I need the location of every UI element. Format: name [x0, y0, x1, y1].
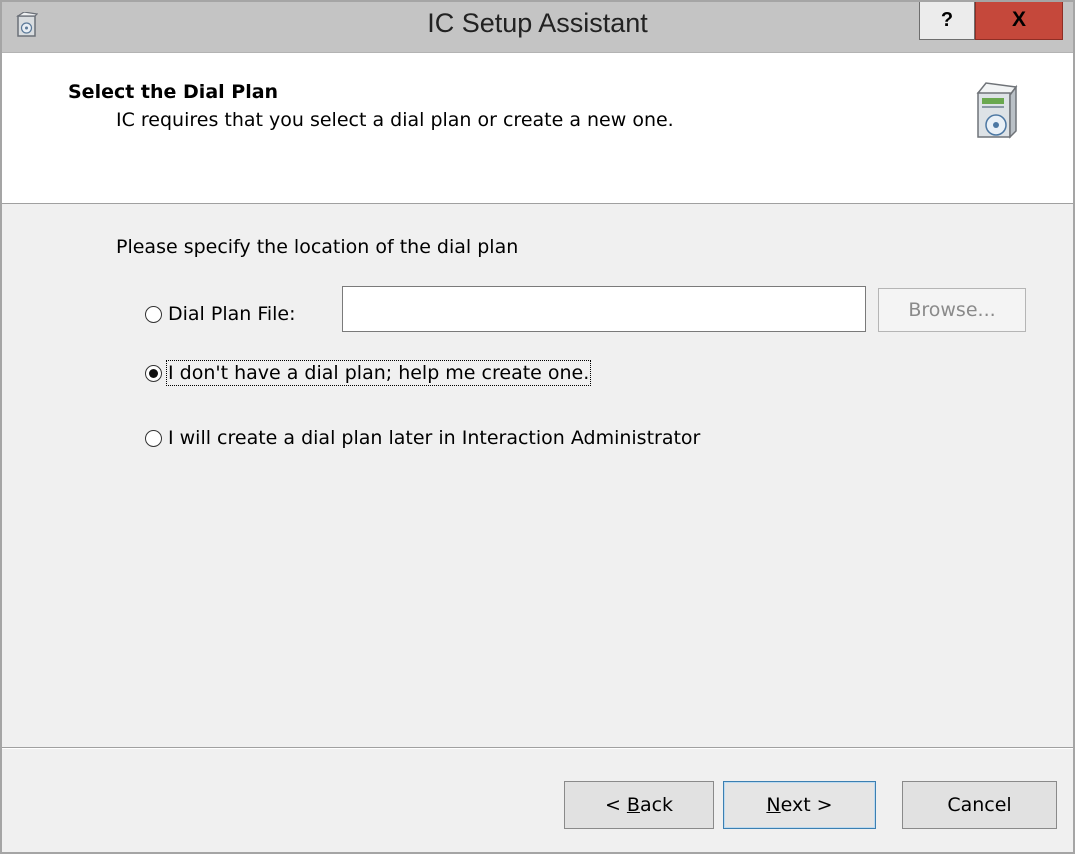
dial-plan-file-input[interactable] — [342, 286, 866, 332]
next-mnemonic: N — [766, 794, 781, 816]
page-subtitle: IC requires that you select a dial plan … — [116, 109, 674, 131]
next-button[interactable]: Next > — [723, 781, 876, 829]
dial-plan-file-radio[interactable] — [145, 305, 162, 323]
option-dial-plan-file[interactable]: Dial Plan File: — [145, 303, 296, 325]
close-button[interactable]: X — [975, 2, 1063, 40]
back-prefix: < — [604, 794, 627, 816]
next-rest: ext > — [780, 794, 833, 816]
cancel-button[interactable]: Cancel — [902, 781, 1057, 829]
back-rest: ack — [639, 794, 674, 816]
back-mnemonic: B — [626, 794, 640, 816]
create-later-radio[interactable] — [145, 429, 162, 447]
dial-plan-file-label[interactable]: Dial Plan File: — [168, 303, 296, 325]
option-create-later[interactable]: I will create a dial plan later in Inter… — [145, 427, 700, 449]
wizard-header: Select the Dial Plan IC requires that yo… — [2, 53, 1073, 204]
window-title: IC Setup Assistant — [427, 8, 648, 38]
create-dial-plan-label[interactable]: I don't have a dial plan; help me create… — [165, 360, 592, 386]
setup-assistant-window: IC Setup Assistant ? X Select the Dial P… — [0, 0, 1075, 854]
footer-separator — [2, 747, 1073, 749]
back-button[interactable]: < Back — [564, 781, 714, 829]
software-box-cd-icon — [972, 81, 1018, 147]
title-bar[interactable]: IC Setup Assistant ? X — [2, 2, 1073, 53]
help-button[interactable]: ? — [919, 2, 975, 40]
option-create-dial-plan[interactable]: I don't have a dial plan; help me create… — [145, 360, 592, 386]
create-later-label[interactable]: I will create a dial plan later in Inter… — [168, 427, 700, 449]
create-dial-plan-radio[interactable] — [145, 364, 162, 382]
page-title: Select the Dial Plan — [68, 81, 279, 103]
browse-button[interactable]: Browse... — [878, 288, 1026, 332]
location-prompt: Please specify the location of the dial … — [116, 236, 519, 258]
